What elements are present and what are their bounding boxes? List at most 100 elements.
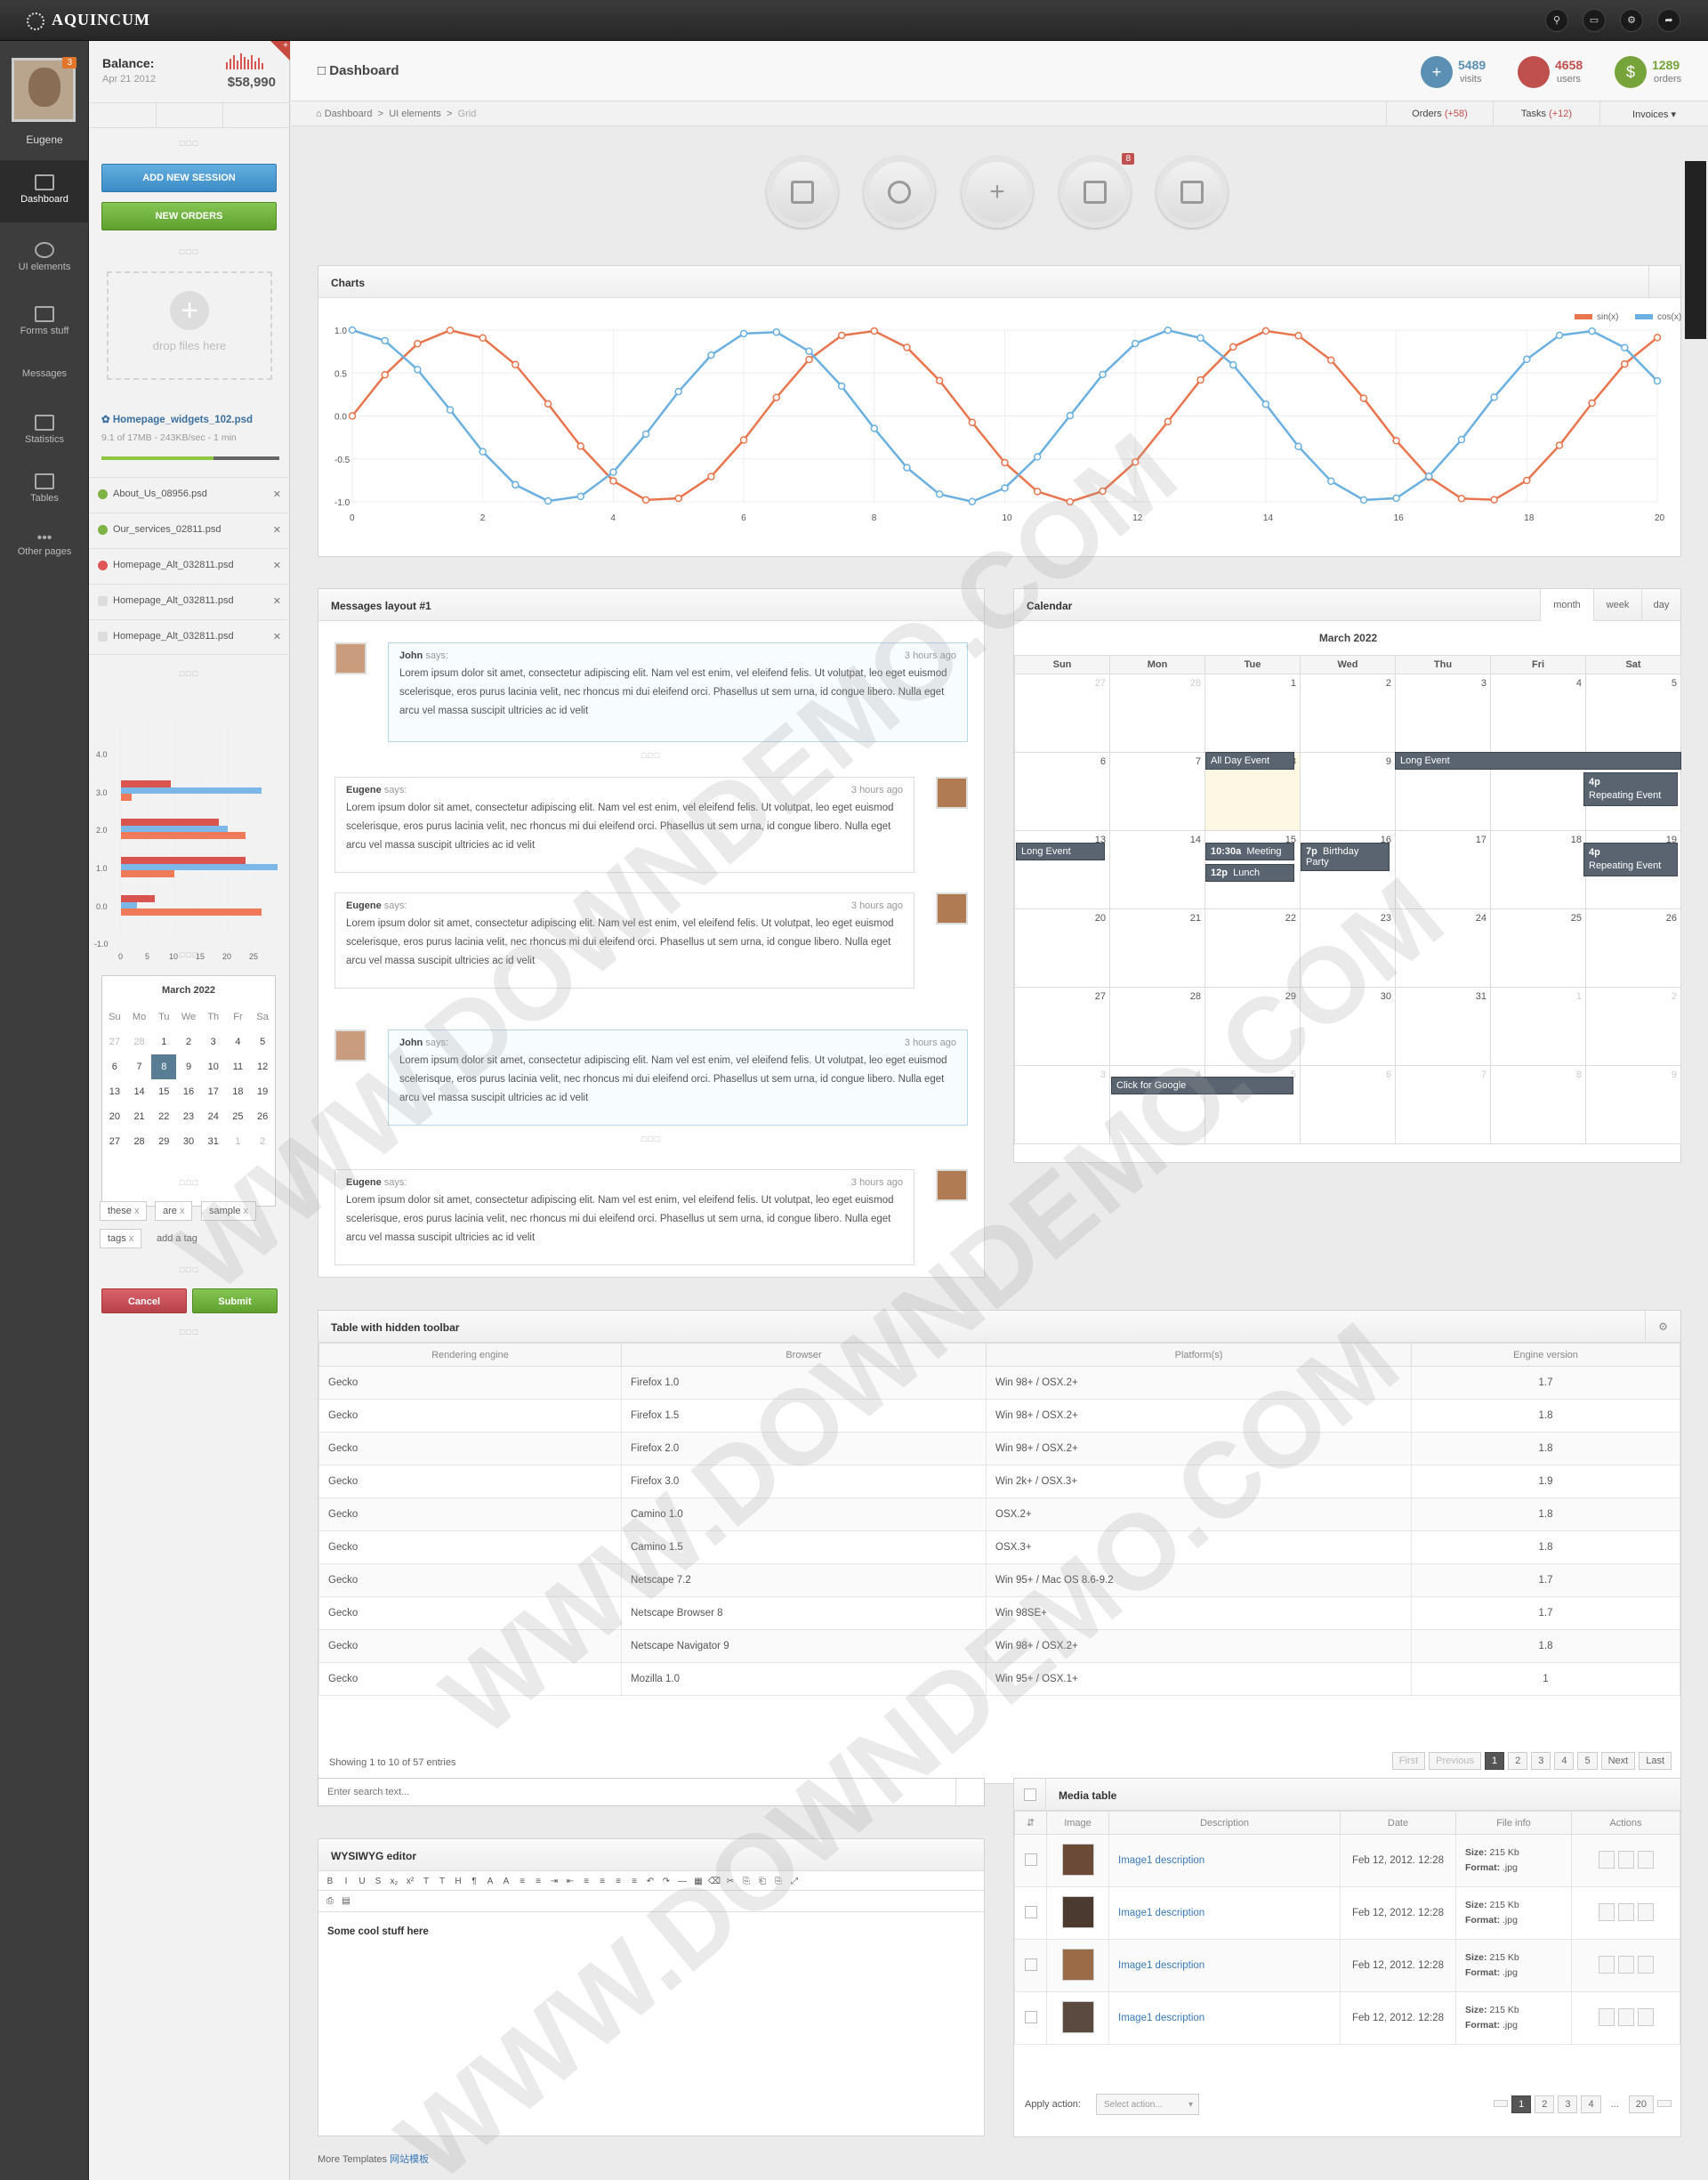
editor-tool-icon[interactable]: ⎗ bbox=[754, 1877, 770, 1891]
column-header[interactable]: Rendering engine bbox=[318, 1343, 622, 1367]
avatar[interactable] bbox=[936, 1169, 968, 1201]
nav-tables[interactable]: Tables bbox=[0, 468, 89, 527]
editor-tool-icon[interactable]: A bbox=[498, 1877, 514, 1891]
editor-tool-icon[interactable]: ≡ bbox=[578, 1877, 594, 1891]
mini-calendar-day[interactable]: 22 bbox=[151, 1104, 176, 1129]
view-month-tab[interactable]: month bbox=[1540, 589, 1593, 621]
column-header[interactable]: Date bbox=[1340, 1811, 1456, 1835]
calendar-event[interactable]: Long Event bbox=[1395, 752, 1681, 770]
avatar[interactable] bbox=[936, 892, 968, 924]
editor-tool-icon[interactable]: T bbox=[418, 1877, 434, 1891]
copy-icon[interactable] bbox=[1617, 2007, 1634, 2026]
page-button[interactable]: 2 bbox=[1535, 2095, 1555, 2113]
mini-calendar-day[interactable]: 10 bbox=[201, 1054, 226, 1079]
add-circle-button[interactable]: + bbox=[962, 157, 1033, 228]
mini-calendar-day[interactable]: 9 bbox=[176, 1054, 201, 1079]
mini-calendar-day[interactable]: 13 bbox=[102, 1079, 127, 1104]
editor-tool-icon[interactable]: ≡ bbox=[594, 1877, 610, 1891]
mini-calendar-day[interactable]: 8 bbox=[151, 1054, 177, 1079]
calendar-day-cell[interactable]: 28 bbox=[1109, 674, 1205, 753]
editor-tool-icon[interactable]: ≡ bbox=[610, 1877, 626, 1891]
delete-icon[interactable] bbox=[1637, 1850, 1654, 1869]
calendar-day-cell[interactable]: 5 bbox=[1585, 674, 1681, 753]
gear-icon[interactable]: ⚙ bbox=[1620, 9, 1643, 32]
mini-calendar-day[interactable]: 3 bbox=[201, 1029, 226, 1054]
nav-statistics[interactable]: Statistics bbox=[0, 406, 89, 464]
add-tag-input[interactable]: add a tag bbox=[157, 1233, 197, 1244]
copy-icon[interactable] bbox=[1617, 1902, 1634, 1921]
sort-column-header[interactable]: ⇵ bbox=[1014, 1811, 1047, 1835]
editor-tool-icon[interactable]: ⇤ bbox=[562, 1877, 578, 1891]
mini-calendar-day[interactable]: 29 bbox=[151, 1129, 176, 1154]
row-checkbox[interactable] bbox=[1024, 1853, 1037, 1866]
mini-calendar-day[interactable]: 2 bbox=[250, 1129, 275, 1154]
calendar-day-cell[interactable]: 30 bbox=[1300, 987, 1396, 1066]
calendar-day-cell[interactable]: 2 bbox=[1585, 987, 1681, 1066]
column-header[interactable]: Browser bbox=[621, 1343, 987, 1367]
edit-icon[interactable] bbox=[1598, 1955, 1615, 1974]
calendar-day-cell[interactable]: 28 bbox=[1109, 987, 1205, 1066]
view-day-tab[interactable]: day bbox=[1641, 589, 1680, 621]
calendar-day-cell[interactable]: 8 bbox=[1490, 1065, 1586, 1144]
gear-icon[interactable]: ⚙ bbox=[1645, 1311, 1680, 1343]
mini-calendar-day[interactable]: 24 bbox=[201, 1104, 226, 1129]
editor-tool-icon[interactable]: ⎘ bbox=[738, 1877, 754, 1891]
message-author[interactable]: Eugene bbox=[346, 900, 382, 911]
source-icon[interactable]: ▤ bbox=[338, 1896, 354, 1910]
message-author[interactable]: John bbox=[399, 1038, 423, 1048]
close-icon[interactable]: ✕ bbox=[273, 488, 281, 500]
select-all-checkbox[interactable] bbox=[1024, 1788, 1036, 1801]
calendar-day-cell[interactable]: 17 bbox=[1395, 830, 1491, 909]
tasks-link[interactable]: Tasks (+12) bbox=[1493, 101, 1599, 126]
calendar-day-cell[interactable]: 4 bbox=[1490, 674, 1586, 753]
delete-icon[interactable] bbox=[1637, 1902, 1654, 1921]
copy-icon[interactable] bbox=[1617, 1955, 1634, 1974]
next-page-button[interactable] bbox=[1657, 2100, 1672, 2107]
calendar-day-cell[interactable]: 1 bbox=[1490, 987, 1586, 1066]
mini-calendar-day[interactable]: 23 bbox=[176, 1104, 201, 1129]
mini-calendar-day[interactable]: 11 bbox=[226, 1054, 251, 1079]
edit-icon[interactable] bbox=[1598, 1850, 1615, 1869]
row-checkbox[interactable] bbox=[1024, 1958, 1037, 1971]
media-description[interactable]: Image1 description bbox=[1108, 1939, 1341, 1992]
calendar-day-cell[interactable]: 29 bbox=[1204, 987, 1301, 1066]
calendar-day-cell[interactable]: 6 bbox=[1300, 1065, 1396, 1144]
footer-link[interactable]: 网站模板 bbox=[390, 2154, 429, 2165]
breadcrumb-link[interactable]: Dashboard bbox=[325, 109, 373, 119]
mini-calendar-day[interactable]: 6 bbox=[102, 1054, 127, 1079]
calendar-event[interactable]: All Day Event bbox=[1205, 752, 1294, 770]
tag[interactable]: these x bbox=[100, 1201, 148, 1221]
calendar-day-cell[interactable]: 14 bbox=[1109, 830, 1205, 909]
page-button[interactable]: 4 bbox=[1554, 1752, 1575, 1770]
calendar-event[interactable]: 4p Repeating Event bbox=[1583, 772, 1678, 806]
editor-tool-icon[interactable]: U bbox=[354, 1877, 370, 1891]
calendar-day-cell[interactable]: 3 bbox=[1395, 674, 1491, 753]
editor-tool-icon[interactable]: ⤢ bbox=[786, 1877, 802, 1891]
editor-tool-icon[interactable]: ▦ bbox=[690, 1877, 706, 1891]
editor-tool-icon[interactable]: x₂ bbox=[386, 1877, 402, 1891]
message-author[interactable]: Eugene bbox=[346, 785, 382, 795]
calendar-event[interactable]: Long Event bbox=[1016, 843, 1105, 860]
mini-calendar-day[interactable]: 1 bbox=[226, 1129, 251, 1154]
column-header[interactable]: File info bbox=[1455, 1811, 1572, 1835]
submit-button[interactable]: Submit bbox=[192, 1288, 278, 1313]
nav-ui-elements[interactable]: UI elements bbox=[0, 228, 89, 287]
calendar-day-cell[interactable]: 24 bbox=[1395, 908, 1491, 988]
calendar-day-cell[interactable]: 25 bbox=[1490, 908, 1586, 988]
cloud-circle-button[interactable] bbox=[864, 157, 935, 228]
thumbnail-image[interactable] bbox=[1061, 1843, 1094, 1876]
stat-icon[interactable]: + bbox=[1421, 56, 1453, 88]
editor-tool-icon[interactable]: x² bbox=[402, 1877, 418, 1891]
mini-calendar-day[interactable]: 26 bbox=[250, 1104, 275, 1129]
tag[interactable]: are x bbox=[155, 1201, 193, 1221]
mini-calendar-day[interactable]: 28 bbox=[127, 1129, 152, 1154]
page-button[interactable]: 4 bbox=[1581, 2095, 1601, 2113]
calendar-day-cell[interactable]: 9 bbox=[1300, 752, 1396, 831]
calendar-day-cell[interactable]: 20 bbox=[1014, 908, 1110, 988]
calendar-day-cell[interactable]: 22 bbox=[1204, 908, 1301, 988]
edit-circle-button[interactable] bbox=[767, 157, 838, 228]
row-checkbox[interactable] bbox=[1024, 1905, 1037, 1918]
editor-tool-icon[interactable]: ⇥ bbox=[546, 1877, 562, 1891]
calendar-day-cell[interactable]: 18 bbox=[1490, 830, 1586, 909]
row-checkbox[interactable] bbox=[1024, 2010, 1037, 2023]
